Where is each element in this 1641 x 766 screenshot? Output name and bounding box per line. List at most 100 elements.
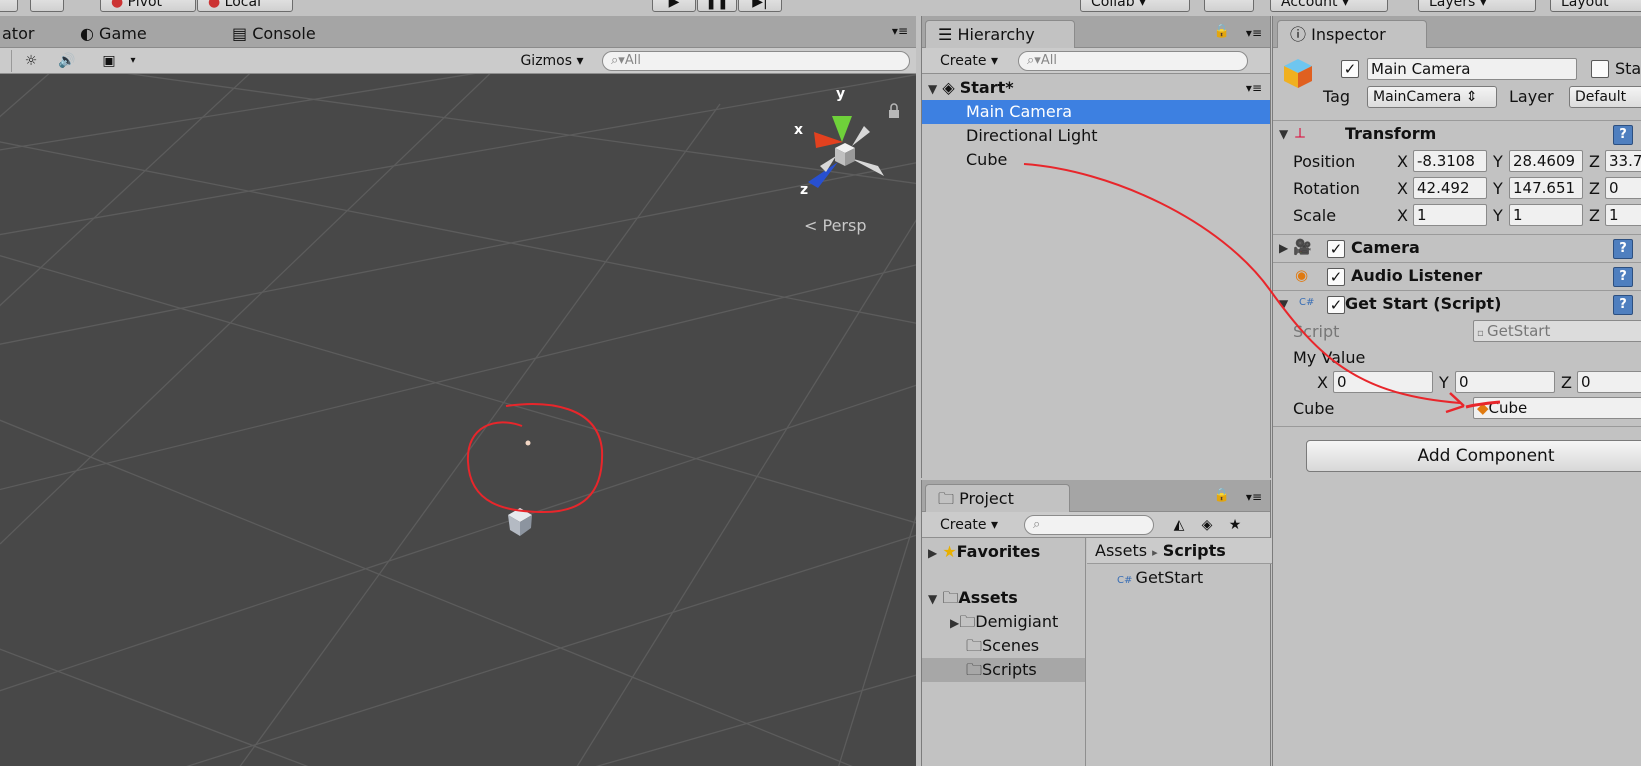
- audio-listener-header[interactable]: ◉ ✓ Audio Listener ?: [1273, 262, 1641, 290]
- favorites-button[interactable]: ★: [1222, 514, 1248, 536]
- help-icon[interactable]: ?: [1613, 267, 1633, 287]
- local-toggle-button[interactable]: ● Local: [197, 0, 293, 12]
- my-value-y-field[interactable]: 0: [1455, 371, 1555, 393]
- tab-game[interactable]: ◐ Game: [68, 20, 159, 48]
- rotation-x-field[interactable]: 42.492: [1413, 177, 1487, 199]
- static-checkbox[interactable]: [1591, 60, 1609, 78]
- play-button[interactable]: ▶: [652, 0, 696, 12]
- tab-project[interactable]: 🗀 Project: [925, 484, 1070, 512]
- star-icon: ★: [942, 542, 957, 561]
- project-contents: Assets ▸ Scripts C# GetStart: [1087, 538, 1272, 766]
- script-enabled-checkbox[interactable]: ✓: [1327, 296, 1345, 314]
- hierarchy-panel: ☰ Hierarchy 🔒 ▾≡ Create ▾ ⌕▾All ▼ ◈ Star…: [921, 16, 1271, 478]
- cloud-button[interactable]: [1204, 0, 1254, 12]
- breadcrumb-arrow-icon: ▸: [1152, 546, 1158, 559]
- assets-row[interactable]: ▼ 🗀Assets: [922, 586, 1085, 610]
- audio-enabled-checkbox[interactable]: ✓: [1327, 268, 1345, 286]
- object-name-field[interactable]: Main Camera: [1367, 58, 1577, 80]
- project-folder-tree: ▶ ★Favorites ▼ 🗀Assets ▶🗀Demigiant 🗀Scen…: [922, 538, 1086, 766]
- audio-toggle[interactable]: 🔊: [52, 50, 82, 72]
- lock-icon[interactable]: [889, 103, 899, 118]
- hand-tool-button[interactable]: [0, 0, 18, 12]
- persp-label[interactable]: < Persp: [804, 216, 867, 235]
- panel-menu-icon[interactable]: ▾≡: [1246, 26, 1262, 40]
- account-dropdown[interactable]: Account ▾: [1270, 0, 1388, 12]
- tab-hierarchy[interactable]: ☰ Hierarchy: [925, 20, 1075, 48]
- position-y-field[interactable]: 28.4609: [1509, 150, 1583, 172]
- lighting-toggle[interactable]: ☼: [16, 50, 46, 72]
- scene-viewport[interactable]: y x z < Persp: [0, 74, 916, 766]
- effects-toggle[interactable]: ▣: [94, 50, 124, 72]
- project-search-input[interactable]: ⌕: [1024, 515, 1154, 535]
- scale-x-field[interactable]: 1: [1413, 204, 1487, 226]
- rotation-y-field[interactable]: 147.651: [1509, 177, 1583, 199]
- active-checkbox[interactable]: ✓: [1341, 60, 1359, 78]
- folder-item-scenes[interactable]: 🗀Scenes: [922, 634, 1085, 658]
- filter-by-label-button[interactable]: ◈: [1194, 514, 1220, 536]
- scale-y-field[interactable]: 1: [1509, 204, 1583, 226]
- hierarchy-item-main-camera[interactable]: Main Camera: [922, 100, 1270, 124]
- transform-header[interactable]: ▼ ⟂ Transform ?: [1273, 120, 1641, 148]
- camera-enabled-checkbox[interactable]: ✓: [1327, 240, 1345, 258]
- move-tool-button[interactable]: [30, 0, 64, 12]
- play-icon: ▶: [668, 0, 680, 10]
- pivot-toggle-button[interactable]: ● Pivot: [100, 0, 196, 12]
- favorites-row[interactable]: ▶ ★Favorites: [922, 540, 1085, 564]
- hierarchy-toolbar: Create ▾ ⌕▾All: [922, 48, 1270, 74]
- cube-field-label: Cube: [1293, 399, 1335, 418]
- my-value-z-field[interactable]: 0: [1577, 371, 1641, 393]
- expand-triangle-icon: ▼: [928, 592, 938, 606]
- draw-mode-button[interactable]: [0, 50, 12, 72]
- layers-dropdown[interactable]: Layers ▾: [1418, 0, 1536, 12]
- tag-dropdown[interactable]: MainCamera ⇕: [1367, 86, 1497, 108]
- breadcrumb-scripts[interactable]: Scripts: [1163, 541, 1226, 560]
- camera-header[interactable]: ▶ 🎥 ✓ Camera ?: [1273, 234, 1641, 262]
- hierarchy-item-cube[interactable]: Cube: [922, 148, 1270, 172]
- folder-item-demigiant[interactable]: ▶🗀Demigiant: [922, 610, 1085, 634]
- collab-dropdown[interactable]: Collab ▾: [1080, 0, 1190, 12]
- expand-triangle-icon: ▼: [928, 82, 938, 96]
- script-label: Script: [1293, 322, 1340, 341]
- project-panel: 🗀 Project 🔒 ▾≡ Create ▾ ⌕ ◭ ◈ ★ ▶ ★Favor…: [921, 480, 1272, 766]
- hierarchy-create-dropdown[interactable]: Create ▾: [928, 50, 1010, 72]
- breadcrumb-assets[interactable]: Assets: [1095, 541, 1147, 560]
- file-item-getstart[interactable]: C# GetStart: [1087, 566, 1272, 590]
- tab-inspector[interactable]: ⓘ Inspector: [1277, 20, 1427, 48]
- lock-icon[interactable]: 🔒: [1214, 488, 1230, 503]
- help-icon[interactable]: ?: [1613, 125, 1633, 145]
- hierarchy-search-input[interactable]: ⌕▾All: [1018, 51, 1248, 71]
- layer-dropdown[interactable]: Default: [1569, 86, 1641, 108]
- speaker-icon: 🔊: [58, 53, 76, 69]
- effects-dropdown[interactable]: ▾: [126, 50, 140, 72]
- folder-item-scripts[interactable]: 🗀Scripts: [922, 658, 1085, 682]
- scene-menu-icon[interactable]: ▾≡: [1246, 76, 1262, 100]
- add-component-button[interactable]: Add Component: [1306, 440, 1641, 472]
- divider: [1273, 426, 1641, 427]
- cube-object-field[interactable]: ◆Cube: [1473, 397, 1641, 419]
- step-button[interactable]: ▶|: [738, 0, 782, 12]
- help-icon[interactable]: ?: [1613, 239, 1633, 259]
- scale-label: Scale: [1293, 206, 1337, 225]
- scale-z-field[interactable]: 1: [1605, 204, 1641, 226]
- my-value-x-field[interactable]: 0: [1333, 371, 1433, 393]
- position-z-field[interactable]: 33.7: [1605, 150, 1641, 172]
- gizmos-dropdown[interactable]: Gizmos ▾: [512, 50, 592, 72]
- pause-button[interactable]: ❚❚: [697, 0, 737, 12]
- script-component-header[interactable]: ▼ C# ✓ Get Start (Script) ?: [1273, 290, 1641, 318]
- panel-menu-icon[interactable]: ▾≡: [1246, 490, 1262, 504]
- scene-root-row[interactable]: ▼ ◈ Start* ▾≡: [922, 76, 1270, 100]
- panel-menu-icon[interactable]: ▾≡: [892, 24, 908, 38]
- tab-console[interactable]: ▤ Console: [220, 20, 328, 48]
- tab-animator[interactable]: ator: [0, 20, 46, 48]
- hierarchy-item-directional-light[interactable]: Directional Light: [922, 124, 1270, 148]
- scene-search-input[interactable]: ⌕▾All: [602, 51, 910, 71]
- layout-dropdown[interactable]: Layout: [1550, 0, 1641, 12]
- lock-icon[interactable]: 🔒: [1214, 24, 1230, 39]
- step-icon: ▶|: [752, 0, 768, 10]
- filter-by-type-button[interactable]: ◭: [1166, 514, 1192, 536]
- position-x-field[interactable]: -8.3108: [1413, 150, 1487, 172]
- rotation-z-field[interactable]: 0: [1605, 177, 1641, 199]
- help-icon[interactable]: ?: [1613, 295, 1633, 315]
- project-create-dropdown[interactable]: Create ▾: [928, 514, 1010, 536]
- cube-object[interactable]: [508, 508, 532, 536]
